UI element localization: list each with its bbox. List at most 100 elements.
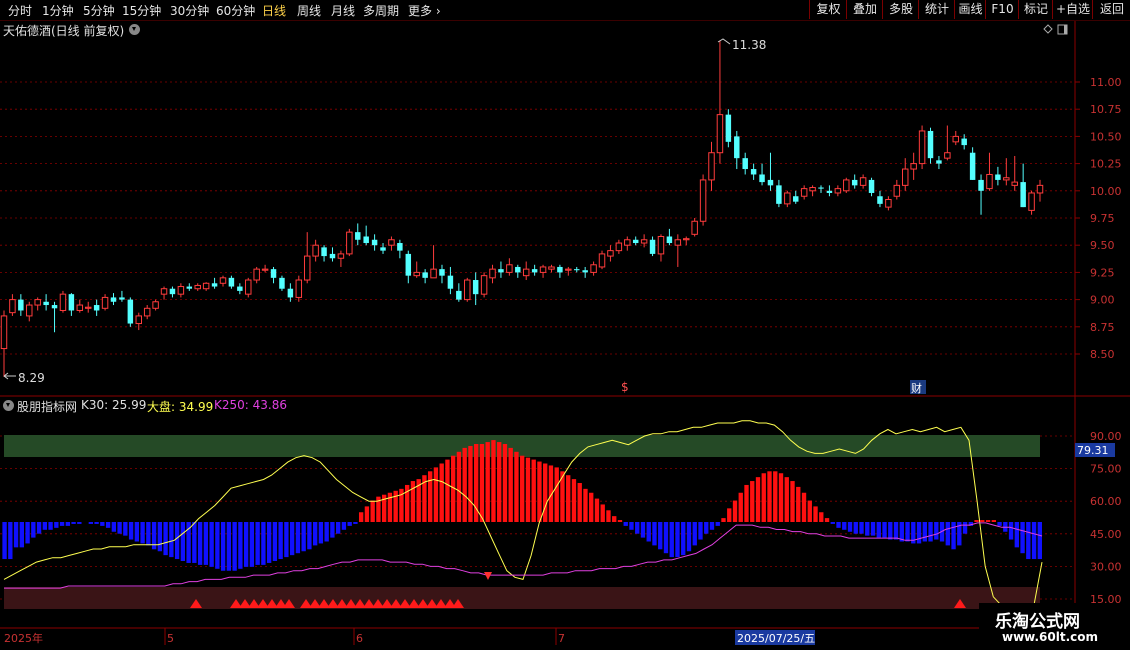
low-marker-icon <box>3 372 16 380</box>
blue-bar <box>100 522 105 526</box>
blue-bar <box>25 522 30 544</box>
blue-bar <box>704 522 709 534</box>
candle-up <box>430 268 437 279</box>
candle-down <box>422 272 428 278</box>
blue-bar <box>882 522 887 538</box>
candle-down <box>978 179 984 191</box>
blue-bar <box>266 522 272 563</box>
blue-bar <box>698 522 703 540</box>
blue-bar <box>123 522 128 536</box>
blue-bar <box>243 522 249 567</box>
red-bar <box>790 481 795 522</box>
blue-bar <box>945 522 950 546</box>
blue-bar <box>249 522 255 567</box>
year-label: 2025年 <box>4 631 43 645</box>
candle-down <box>818 187 824 189</box>
candle-down <box>51 305 58 309</box>
red-bar <box>456 451 462 522</box>
candle-up <box>84 306 92 309</box>
candle-up <box>506 264 513 273</box>
red-bar <box>600 504 605 522</box>
red-bar <box>577 483 582 522</box>
blue-bar <box>169 522 174 558</box>
candle-down <box>632 239 639 244</box>
chart-canvas[interactable]: 11.38 8.29 $ 财 11.00 10.75 10.50 10.25 10.00… <box>0 0 1130 650</box>
blue-bar <box>893 522 899 540</box>
candle-up <box>219 277 227 284</box>
blue-bar <box>111 522 117 532</box>
candle-down <box>1020 182 1026 208</box>
blue-bar <box>876 522 881 538</box>
dividend-marker[interactable]: $ <box>621 380 629 394</box>
candle-down <box>447 275 454 289</box>
indicator-name[interactable]: 股朋指标网 <box>17 398 77 415</box>
blue-bar <box>623 522 628 526</box>
red-bar <box>589 492 594 522</box>
red-bar <box>801 492 807 522</box>
candle-up <box>261 268 269 271</box>
candle-down <box>927 130 934 159</box>
red-bar <box>497 442 502 522</box>
candle-down <box>237 286 243 291</box>
blue-bar <box>255 522 260 565</box>
blue-bar <box>1014 522 1019 548</box>
candle-down <box>363 236 369 244</box>
candle-up <box>834 188 842 194</box>
red-bar <box>796 486 801 522</box>
blue-bar <box>284 522 289 558</box>
candle-up <box>177 286 185 295</box>
red-bar <box>525 457 531 522</box>
candle-up <box>346 231 353 255</box>
candle-up <box>1028 192 1035 211</box>
candle-down <box>725 114 732 142</box>
candle-up <box>784 192 791 205</box>
red-bar <box>721 518 726 522</box>
candle-down <box>498 269 504 273</box>
blue-bar <box>962 522 968 534</box>
blue-bar <box>663 522 669 554</box>
red-bar <box>571 479 577 522</box>
red-bar <box>370 500 375 522</box>
candle-down <box>270 269 277 278</box>
candle-up <box>1003 177 1010 181</box>
blue-bar <box>1031 522 1037 560</box>
candle-down <box>969 152 976 180</box>
blue-bar <box>629 522 634 530</box>
blue-bar <box>88 522 94 524</box>
k30-legend: K30: 25.99 <box>81 398 146 412</box>
candle-down <box>557 266 563 273</box>
k30-legend-value: 25.99 <box>112 398 147 412</box>
blue-bar <box>318 522 324 544</box>
candle-down <box>68 294 75 311</box>
finance-marker[interactable]: 财 <box>911 381 922 395</box>
candle-down <box>666 236 673 244</box>
diamond-icon[interactable] <box>1043 24 1053 34</box>
low-price-label: 8.29 <box>18 371 45 385</box>
chevron-down-icon[interactable] <box>129 24 140 35</box>
blue-bar <box>295 522 301 554</box>
candle-up <box>548 266 555 270</box>
red-bar <box>767 471 772 522</box>
candle-up <box>893 184 901 197</box>
k250-legend-value: 43.86 <box>252 398 288 412</box>
blue-bar <box>686 522 692 552</box>
red-bar <box>784 477 789 522</box>
blue-bar <box>151 522 157 550</box>
indicator-menu-icon[interactable] <box>3 400 14 411</box>
candle-down <box>767 179 774 186</box>
indicator-tick-label: 90.00 <box>1090 430 1122 443</box>
blue-bar <box>180 522 186 561</box>
candle-down <box>742 158 748 170</box>
blue-bar <box>13 522 19 548</box>
red-bar <box>985 520 991 522</box>
blue-bar <box>220 522 226 571</box>
candle-down <box>776 185 782 204</box>
watermark-url: www.60lt.com <box>1002 630 1099 644</box>
red-bar <box>531 459 536 522</box>
price-tick-label: 8.50 <box>1090 348 1115 361</box>
candle-down <box>211 283 218 287</box>
blue-bar <box>830 522 835 524</box>
price-grid <box>0 81 1075 355</box>
red-bar <box>773 471 778 522</box>
candle-down <box>750 169 757 175</box>
